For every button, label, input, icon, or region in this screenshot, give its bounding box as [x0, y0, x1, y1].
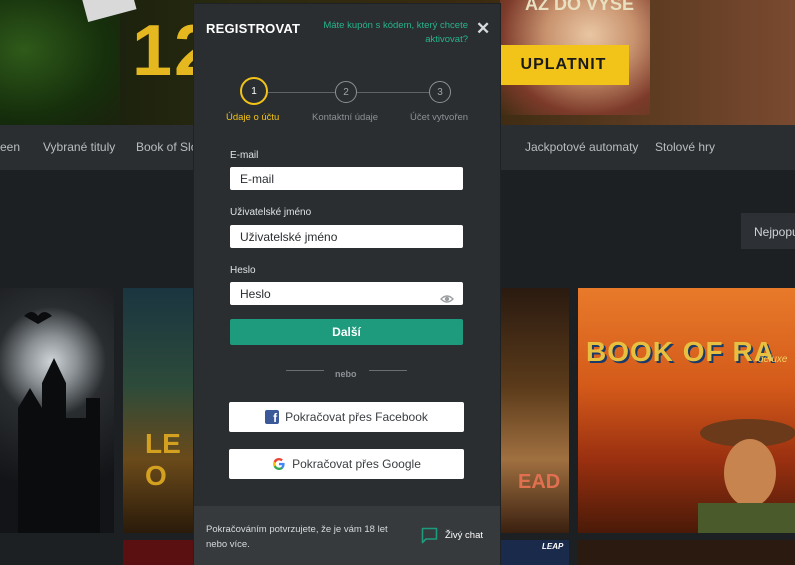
- eye-icon[interactable]: [440, 292, 454, 306]
- google-button-label: Pokračovat přes Google: [292, 457, 421, 471]
- game-tile-row2-a[interactable]: [123, 540, 195, 565]
- step-2-circle: 2: [335, 81, 357, 103]
- step-1-label: Údaje o účtu: [226, 112, 280, 123]
- close-icon[interactable]: ✕: [476, 19, 490, 39]
- game-title-legacy: LE O: [145, 428, 181, 491]
- game-tile-legacy[interactable]: LE O: [123, 288, 195, 533]
- facebook-login-button[interactable]: f Pokračovat přes Facebook: [229, 402, 464, 432]
- age-confirmation-text: Pokračováním potvrzujete, že je vám 18 l…: [206, 524, 388, 550]
- hero-top-text: AŽ DO VÝŠE: [525, 0, 635, 14]
- coupon-code-link[interactable]: Máte kupón s kódem, který chcete aktivov…: [312, 19, 468, 47]
- hero-cta-button[interactable]: UPLATNIT: [498, 45, 629, 85]
- page: 1 2 AŽ DO VÝŠE UPLATNIT een Vybrané titul…: [0, 0, 795, 565]
- explorer-image: [698, 419, 795, 533]
- game-tile-haunted[interactable]: [0, 288, 114, 533]
- game-tile-row2-b[interactable]: LEAP: [500, 540, 569, 565]
- next-button[interactable]: Další: [230, 319, 463, 345]
- step-connector: [357, 92, 429, 93]
- facebook-icon: f: [265, 410, 280, 424]
- nav-item-table-games[interactable]: Stolové hry: [655, 140, 715, 154]
- chat-icon[interactable]: [421, 527, 438, 544]
- google-icon: [273, 458, 285, 470]
- nav-item-book-of-slots[interactable]: Book of Slo: [136, 140, 197, 154]
- divider-text: nebo: [335, 369, 357, 379]
- google-login-button[interactable]: Pokračovat přes Google: [229, 449, 464, 479]
- username-field[interactable]: [230, 225, 463, 248]
- game-tile-row2-c[interactable]: [578, 540, 795, 565]
- registration-modal: REGISTROVAT Máte kupón s kódem, který ch…: [194, 4, 500, 565]
- nav-item-new[interactable]: een: [0, 140, 20, 154]
- step-1-circle: 1: [240, 77, 268, 105]
- game-title-dead: EAD: [518, 471, 561, 493]
- hero-foliage: [0, 0, 120, 125]
- password-field[interactable]: [230, 282, 463, 305]
- step-3-label: Účet vytvořen: [410, 112, 469, 123]
- nav-item-featured[interactable]: Vybrané tituly: [43, 140, 115, 154]
- game-title-leap: LEAP: [542, 542, 564, 551]
- game-tile-book-of-ra[interactable]: BOOK OF RA deluxe: [578, 288, 795, 533]
- live-chat-label[interactable]: Živý chat: [445, 530, 483, 541]
- divider-line-left: [286, 370, 324, 371]
- modal-title: REGISTROVAT: [206, 21, 301, 36]
- password-label: Heslo: [230, 265, 256, 276]
- nav-item-jackpot-slots[interactable]: Jackpotové automaty: [525, 140, 638, 154]
- modal-footer: Pokračováním potvrzujete, že je vám 18 l…: [194, 506, 500, 565]
- facebook-button-label: Pokračovat přes Facebook: [285, 410, 428, 424]
- divider-line-right: [369, 370, 407, 371]
- step-2-label: Kontaktní údaje: [312, 112, 379, 123]
- step-3-circle: 3: [429, 81, 451, 103]
- username-label: Uživatelské jméno: [230, 207, 312, 218]
- email-label: E-mail: [230, 150, 259, 161]
- step-connector: [268, 92, 335, 93]
- haunted-castle-image: [18, 312, 100, 533]
- game-tile-dead[interactable]: EAD: [500, 288, 569, 533]
- email-field[interactable]: [230, 167, 463, 190]
- registration-stepper: 1 2 3 Údaje o účtu Kontaktní údaje Účet …: [194, 76, 500, 136]
- sort-dropdown[interactable]: Nejpopu: [741, 213, 795, 249]
